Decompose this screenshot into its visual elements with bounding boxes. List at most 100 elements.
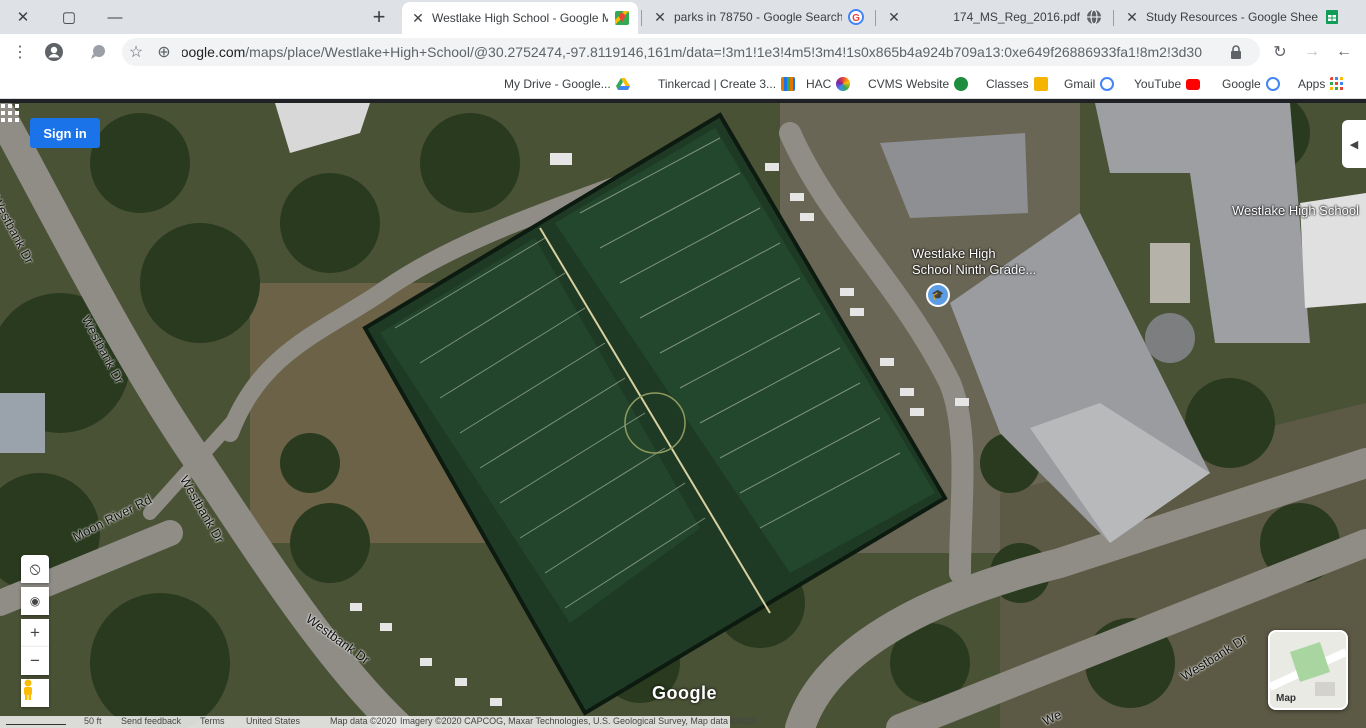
cvms-icon bbox=[954, 77, 969, 91]
scale-label[interactable]: 50 ft bbox=[84, 716, 102, 726]
minimize-icon: — bbox=[107, 8, 123, 26]
zoom-in-button[interactable]: + bbox=[21, 619, 49, 647]
map-data-label: Map data ©2020 bbox=[330, 716, 397, 726]
bookmarks-bar: Apps Google YouTube Gmail Classes CVMS W… bbox=[0, 70, 1366, 99]
bookmark-my-drive[interactable]: My Drive - Google... bbox=[504, 76, 630, 92]
bookmark-classes[interactable]: Classes bbox=[986, 76, 1048, 92]
tab-pdf[interactable]: ✕ 174_MS_Reg_2016.pdf bbox=[878, 2, 1110, 32]
terms-link[interactable]: Terms bbox=[200, 716, 225, 726]
close-icon: ✕ bbox=[16, 9, 30, 26]
map-label-school[interactable]: Westlake High School bbox=[1232, 203, 1359, 218]
bookmark-label: Tinkercad | Create 3... bbox=[658, 77, 777, 91]
add-icon[interactable]: ⊕ bbox=[152, 40, 176, 64]
tab-close-icon[interactable]: ✕ bbox=[410, 10, 426, 27]
pegman-icon bbox=[24, 679, 32, 700]
window-minimize-button[interactable]: — bbox=[92, 0, 138, 34]
youtube-icon bbox=[1186, 78, 1201, 90]
compass-button[interactable]: ⦸ bbox=[21, 555, 49, 583]
bookmark-label: CVMS Website bbox=[868, 77, 950, 91]
map-layer-toggle[interactable]: Map bbox=[1268, 630, 1348, 710]
classroom-icon bbox=[1033, 77, 1048, 91]
window-maximize-button[interactable]: ▢ bbox=[46, 0, 92, 34]
globe-icon bbox=[1087, 9, 1101, 25]
tab-separator bbox=[875, 10, 876, 26]
bookmark-gmail[interactable]: Gmail bbox=[1064, 76, 1115, 92]
tab-close-icon[interactable]: ✕ bbox=[886, 9, 902, 26]
bookmark-youtube[interactable]: YouTube bbox=[1134, 76, 1201, 92]
tab-title: Study Resources - Google Sheets bbox=[1146, 10, 1318, 24]
google-icon bbox=[1100, 77, 1115, 91]
google-icon: G bbox=[848, 9, 864, 25]
back-icon[interactable]: ← bbox=[1332, 40, 1356, 64]
country-label[interactable]: United States bbox=[246, 716, 300, 726]
my-location-button[interactable]: ◉ bbox=[21, 587, 49, 615]
tab-title: Westlake High School - Google M bbox=[432, 11, 608, 25]
bookmark-label: Gmail bbox=[1064, 77, 1096, 91]
zoom-out-button[interactable]: − bbox=[21, 647, 49, 675]
tab-separator bbox=[1113, 10, 1114, 26]
send-feedback-link[interactable]: Send feedback bbox=[121, 716, 181, 726]
map-layer-label: Map bbox=[1276, 693, 1296, 704]
location-icon: ◉ bbox=[29, 594, 41, 608]
map-label-ninth-grade-1[interactable]: Westlake High bbox=[912, 246, 996, 261]
bookmark-hac[interactable]: HAC bbox=[806, 76, 851, 92]
bookmark-cvms[interactable]: CVMS Website bbox=[868, 76, 969, 92]
tinkercad-icon bbox=[781, 77, 796, 91]
google-icon bbox=[1265, 77, 1280, 91]
imagery-attribution: Imagery ©2020 CAPCOG, Maxar Technologies… bbox=[400, 716, 758, 726]
satellite-map[interactable]: Westlake High School Westlake High Schoo… bbox=[0, 103, 1366, 728]
attribution-bar: 50 ft Send feedback Terms United States … bbox=[0, 716, 757, 728]
bookmark-label: HAC bbox=[806, 77, 832, 91]
tab-title: parks in 78750 - Google Search bbox=[674, 10, 842, 24]
drive-icon bbox=[615, 78, 630, 90]
bookmark-apps[interactable]: Apps bbox=[1298, 76, 1344, 92]
bookmark-label: My Drive - Google... bbox=[504, 77, 611, 91]
tab-sheets[interactable]: ✕ Study Resources - Google Sheets bbox=[1116, 2, 1348, 32]
minus-icon: − bbox=[30, 651, 40, 670]
bookmark-label: Google bbox=[1222, 77, 1261, 91]
tab-title: 174_MS_Reg_2016.pdf bbox=[953, 10, 1080, 24]
bookmark-label: Apps bbox=[1298, 77, 1326, 91]
lock-icon[interactable] bbox=[1224, 40, 1248, 64]
satellite-imagery bbox=[0, 103, 1366, 728]
menu-kebab-icon[interactable]: ⋮ bbox=[8, 40, 32, 64]
map-label-ninth-grade-2[interactable]: School Ninth Grade... bbox=[912, 262, 1036, 277]
tab-strip: ✕ ▢ — + ✕ Westlake High School - Google … bbox=[0, 0, 1366, 34]
forward-icon[interactable]: → bbox=[1300, 40, 1324, 64]
reload-icon[interactable]: ↻ bbox=[1268, 40, 1292, 64]
url-host: google.com bbox=[182, 44, 246, 60]
sheets-icon bbox=[1326, 10, 1338, 24]
address-bar[interactable]: ☆ ⊕ google.com/maps/place/Westlake+High+… bbox=[122, 38, 1260, 66]
google-logo: Google bbox=[652, 683, 717, 703]
bookmark-label: YouTube bbox=[1134, 77, 1182, 91]
bookmark-google[interactable]: Google bbox=[1222, 76, 1280, 92]
hac-icon bbox=[836, 77, 851, 91]
chevron-left-icon: ◀ bbox=[1349, 138, 1359, 151]
browser-toolbar: ⋮ ☆ ⊕ google.com/maps/place/Westlake+Hig… bbox=[0, 34, 1366, 70]
tab-parks-search[interactable]: ✕ parks in 78750 - Google Search G bbox=[644, 2, 872, 32]
plus-icon: + bbox=[30, 623, 40, 642]
sign-in-button[interactable]: Sign in bbox=[30, 118, 100, 148]
svg-text:G: G bbox=[852, 13, 860, 24]
tab-close-icon[interactable]: ✕ bbox=[652, 9, 668, 26]
tab-separator bbox=[641, 10, 642, 26]
collapse-panel-button[interactable]: ◀ bbox=[1342, 120, 1366, 168]
apps-grid-icon bbox=[1330, 77, 1344, 90]
url-text: google.com/maps/place/Westlake+High+Scho… bbox=[182, 44, 1202, 60]
google-apps-icon[interactable] bbox=[0, 103, 20, 123]
pegman-button[interactable] bbox=[21, 679, 49, 707]
profile-avatar-icon[interactable] bbox=[42, 40, 66, 64]
new-tab-button[interactable]: + bbox=[356, 0, 402, 34]
url-path: /maps/place/Westlake+High+School/@30.275… bbox=[245, 44, 1202, 60]
tab-close-icon[interactable]: ✕ bbox=[1124, 9, 1140, 26]
school-pin-icon[interactable]: 🎓 bbox=[926, 283, 950, 307]
window-close-button[interactable]: ✕ bbox=[0, 0, 46, 34]
plus-icon: + bbox=[372, 4, 386, 29]
compass-icon: ⦸ bbox=[29, 559, 41, 578]
bookmark-star-icon[interactable]: ☆ bbox=[124, 40, 148, 64]
extension-icon[interactable] bbox=[86, 40, 110, 64]
scale-bar[interactable] bbox=[6, 716, 66, 725]
bookmark-tinkercad[interactable]: Tinkercad | Create 3... bbox=[658, 76, 796, 92]
maximize-icon: ▢ bbox=[61, 9, 77, 26]
tab-westlake-maps[interactable]: ✕ Westlake High School - Google M bbox=[402, 2, 638, 34]
